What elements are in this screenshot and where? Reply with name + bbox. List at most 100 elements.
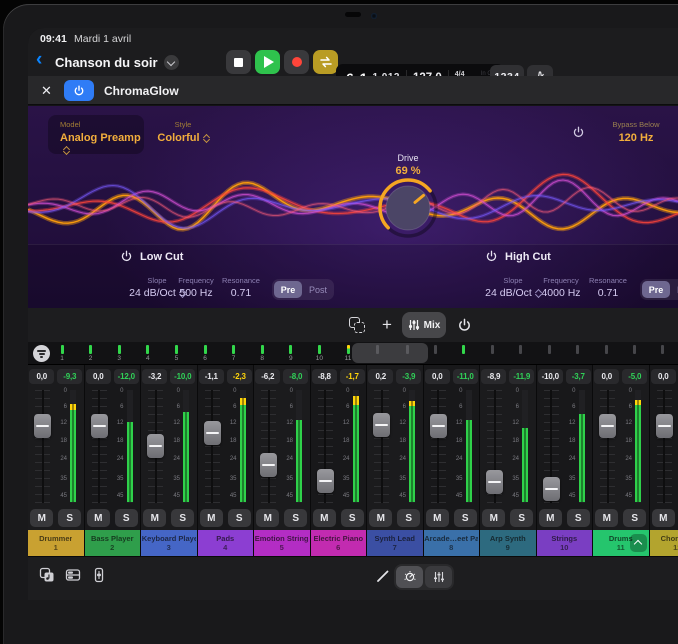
track-name-cell[interactable]: Electric Piano6: [311, 530, 367, 556]
back-button[interactable]: ‹: [36, 49, 42, 71]
bypass-below-control[interactable]: Bypass Below 120 Hz: [590, 120, 678, 144]
filter-button[interactable]: [33, 345, 50, 362]
track-name-cell[interactable]: Chorus V12: [650, 530, 678, 556]
volume-value[interactable]: -6,2: [255, 369, 280, 384]
solo-button[interactable]: S: [623, 509, 646, 527]
track-name-cell[interactable]: Pads4: [198, 530, 254, 556]
peak-value[interactable]: -10,0: [170, 369, 195, 384]
style-selector[interactable]: Style Colorful: [150, 120, 216, 144]
peak-value[interactable]: -9,3: [57, 369, 82, 384]
solo-button[interactable]: S: [397, 509, 420, 527]
cycle-button[interactable]: [313, 50, 338, 74]
loop-browser-button[interactable]: [38, 566, 56, 584]
mute-button[interactable]: M: [652, 509, 675, 527]
solo-button[interactable]: S: [510, 509, 533, 527]
volume-fader[interactable]: [656, 414, 673, 438]
highcut-post-button[interactable]: Post: [672, 281, 678, 298]
mixer-overview-scrubber[interactable]: 1234567891011: [28, 342, 678, 365]
record-button[interactable]: [284, 50, 309, 74]
peak-value[interactable]: -5,0: [622, 369, 647, 384]
track-name-cell[interactable]: Arcade…eet Pad8: [424, 530, 480, 556]
mute-button[interactable]: M: [426, 509, 449, 527]
add-track-button[interactable]: +: [375, 313, 399, 337]
peak-value[interactable]: -8,0: [283, 369, 308, 384]
volume-fader[interactable]: [317, 469, 334, 493]
stop-button[interactable]: [226, 50, 251, 74]
solo-button[interactable]: S: [567, 509, 590, 527]
highcut-resonance-value[interactable]: 0.71: [568, 287, 648, 299]
mute-button[interactable]: M: [30, 509, 53, 527]
peak-value[interactable]: -1,7: [340, 369, 365, 384]
knobs-view-button[interactable]: [396, 566, 423, 588]
track-name-cell[interactable]: Bass Player2: [85, 530, 141, 556]
level-control[interactable]: Level 0.0: [674, 120, 678, 144]
volume-fader[interactable]: [430, 414, 447, 438]
mute-button[interactable]: M: [87, 509, 110, 527]
expand-track-button[interactable]: [630, 534, 647, 552]
mute-button[interactable]: M: [369, 509, 392, 527]
track-name-cell[interactable]: Arp Synth9: [480, 530, 536, 556]
song-title[interactable]: Chanson du soir: [55, 55, 158, 70]
track-name-cell[interactable]: Drummer1: [28, 530, 84, 556]
track-name-cell[interactable]: Keyboard Player3: [141, 530, 197, 556]
peak-value[interactable]: -12,0: [114, 369, 139, 384]
volume-value[interactable]: 0,0: [86, 369, 111, 384]
volume-value[interactable]: 0,0: [651, 369, 676, 384]
track-name-cell[interactable]: Drums11: [593, 530, 649, 556]
volume-value[interactable]: 0,0: [425, 369, 450, 384]
volume-fader[interactable]: [34, 414, 51, 438]
peak-value[interactable]: -3,9: [396, 369, 421, 384]
lowcut-resonance-value[interactable]: 0.71: [201, 287, 281, 299]
peak-value[interactable]: -11,0: [453, 369, 478, 384]
highcut-power-button[interactable]: [485, 250, 498, 268]
mute-button[interactable]: M: [482, 509, 505, 527]
volume-fader[interactable]: [543, 477, 560, 501]
duplicate-button[interactable]: [345, 313, 369, 337]
edit-pencil-button[interactable]: [375, 568, 391, 584]
mixer-power-button[interactable]: [452, 313, 476, 337]
play-button[interactable]: [255, 50, 280, 74]
volume-fader[interactable]: [91, 414, 108, 438]
lowcut-power-button[interactable]: [120, 250, 133, 268]
volume-value[interactable]: -8,8: [312, 369, 337, 384]
solo-button[interactable]: S: [171, 509, 194, 527]
mute-button[interactable]: M: [256, 509, 279, 527]
solo-button[interactable]: S: [341, 509, 364, 527]
close-plugin-button[interactable]: ✕: [41, 83, 52, 99]
lowcut-post-button[interactable]: Post: [304, 281, 332, 298]
mute-button[interactable]: M: [200, 509, 223, 527]
mute-button[interactable]: M: [313, 509, 336, 527]
volume-fader[interactable]: [486, 470, 503, 494]
model-selector[interactable]: Model Analog Preamp: [48, 115, 144, 154]
peak-value[interactable]: -3,7: [566, 369, 591, 384]
peak-value[interactable]: -11,9: [509, 369, 534, 384]
volume-value[interactable]: -3,2: [142, 369, 167, 384]
volume-value[interactable]: -8,9: [481, 369, 506, 384]
volume-value[interactable]: 0,2: [368, 369, 393, 384]
track-name-cell[interactable]: Strings10: [537, 530, 593, 556]
solo-button[interactable]: S: [58, 509, 81, 527]
volume-value[interactable]: -1,1: [199, 369, 224, 384]
volume-value[interactable]: -10,0: [538, 369, 563, 384]
mute-button[interactable]: M: [595, 509, 618, 527]
plugins-button[interactable]: [64, 566, 82, 584]
peak-value[interactable]: -2,3: [227, 369, 252, 384]
mute-button[interactable]: M: [539, 509, 562, 527]
track-name-cell[interactable]: Emotion Strings5: [254, 530, 310, 556]
volume-value[interactable]: 0,0: [29, 369, 54, 384]
lowcut-pre-button[interactable]: Pre: [274, 281, 302, 298]
volume-fader[interactable]: [599, 414, 616, 438]
track-name-cell[interactable]: Synth Lead7: [367, 530, 423, 556]
solo-button[interactable]: S: [284, 509, 307, 527]
song-menu-button[interactable]: [164, 55, 179, 70]
volume-value[interactable]: 0,0: [594, 369, 619, 384]
volume-fader[interactable]: [260, 453, 277, 477]
solo-button[interactable]: S: [228, 509, 251, 527]
volume-fader[interactable]: [204, 421, 221, 445]
mix-view-button[interactable]: Mix: [402, 312, 446, 338]
bypass-power-button[interactable]: [572, 126, 585, 144]
faders-view-button[interactable]: [425, 566, 452, 588]
highcut-pre-button[interactable]: Pre: [642, 281, 670, 298]
volume-fader[interactable]: [373, 413, 390, 437]
plugin-power-button[interactable]: [64, 80, 94, 101]
